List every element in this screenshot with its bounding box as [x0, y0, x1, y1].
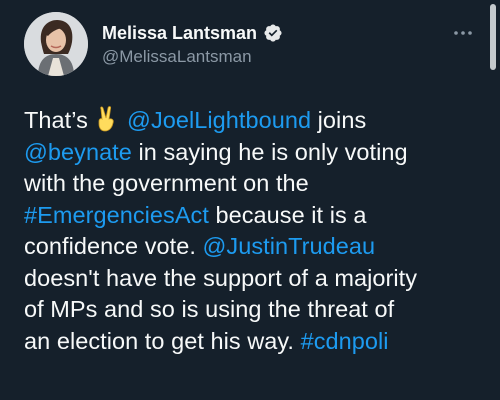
tweet-text-segment: doesn't have the support of a majority	[24, 264, 418, 291]
more-options-icon[interactable]	[452, 26, 474, 38]
mention-link[interactable]: @JoelLightbound	[127, 107, 311, 133]
author-name-row: Melissa Lantsman	[102, 23, 283, 43]
tweet-line: with the government on the	[24, 168, 486, 200]
tweet-card: Melissa Lantsman @MelissaLantsman That’s…	[0, 0, 500, 400]
tweet-text-segment: an election to get his way.	[24, 327, 301, 354]
avatar-image	[24, 12, 88, 76]
tweet-text: That’s @JoelLightbound joins @beynate in …	[24, 105, 486, 357]
tweet-text-segment: That’s	[24, 107, 95, 133]
tweet-line: of MPs and so is using the threat of	[24, 294, 486, 326]
avatar[interactable]	[24, 12, 88, 76]
tweet-line: @beynate in saying he is only voting	[24, 137, 486, 169]
author-handle[interactable]: @MelissaLantsman	[102, 47, 252, 67]
tweet-line: an election to get his way. #cdnpoli	[24, 326, 486, 358]
tweet-text-segment: joins	[311, 107, 367, 133]
victory-hand-emoji	[96, 106, 118, 132]
scrollbar-thumb[interactable]	[490, 4, 496, 70]
display-name[interactable]: Melissa Lantsman	[102, 23, 257, 43]
tweet-line: confidence vote. @JustinTrudeau	[24, 231, 486, 263]
tweet-text-segment: with the government on the	[24, 170, 309, 196]
hashtag-link[interactable]: #EmergenciesAct	[24, 202, 209, 228]
mention-link[interactable]: @JustinTrudeau	[203, 233, 376, 259]
tweet-text-segment: of MPs and so is using the threat of	[24, 296, 395, 322]
verified-badge-icon	[263, 23, 283, 43]
tweet-line: That’s @JoelLightbound joins	[24, 105, 486, 137]
mention-link[interactable]: @beynate	[24, 139, 132, 165]
tweet-line: #EmergenciesAct because it is a	[24, 200, 486, 232]
tweet-text-segment: because it is a	[208, 201, 367, 228]
tweet-text-segment: in saying he is only voting	[131, 138, 408, 165]
tweet-line: doesn't have the support of a majority	[24, 263, 486, 295]
tweet-text-segment: confidence vote.	[24, 233, 203, 259]
hashtag-link[interactable]: #cdnpoli	[301, 328, 389, 354]
